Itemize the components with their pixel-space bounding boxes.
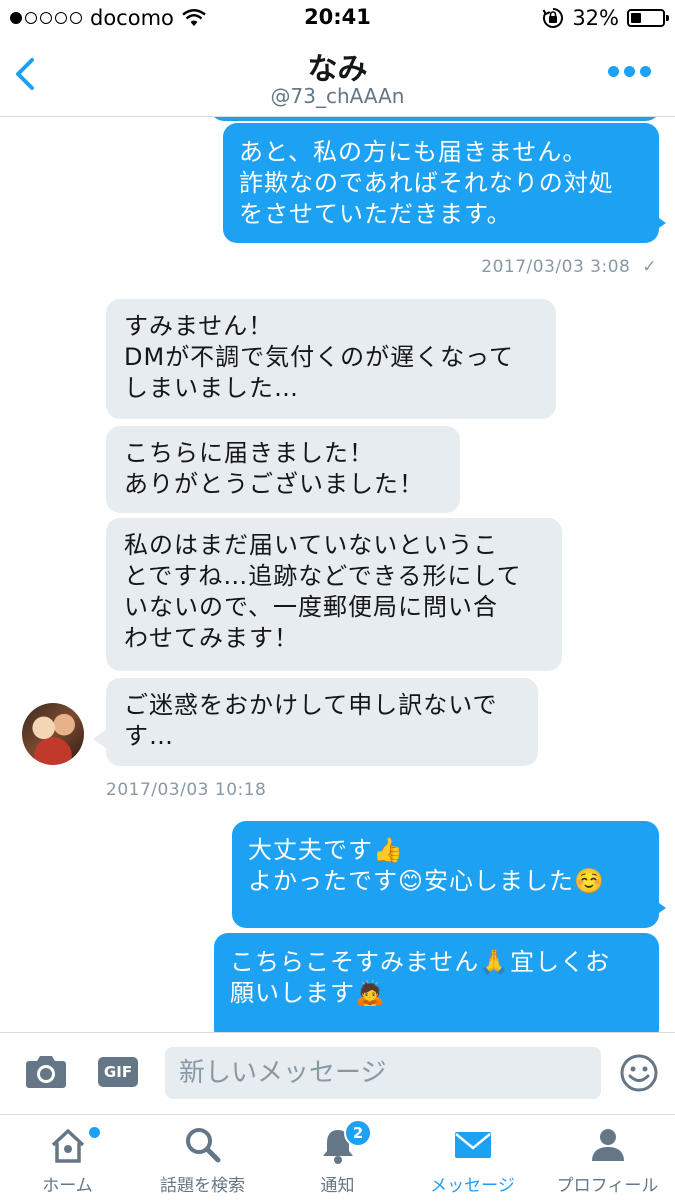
tab-label: メッセージ (430, 1176, 515, 1196)
home-icon (51, 1129, 84, 1163)
bubble-tail (652, 213, 666, 233)
tab-label: プロフィール (556, 1176, 659, 1196)
tab-notifications[interactable]: 2 通知 (270, 1115, 405, 1201)
battery-percent: 32% (572, 6, 619, 30)
new-content-dot (89, 1127, 100, 1138)
message-text: こちらこそすみません🙏宜しくお 願いします🙇 (230, 948, 611, 1007)
conversation-title: なみ (307, 52, 368, 87)
tab-label: 通知 (320, 1176, 355, 1196)
message-bubble-partial (210, 117, 660, 121)
notification-badge: 2 (344, 1119, 372, 1147)
message-bubble-sent[interactable]: あと、私の方にも届きません。 詐欺なのであればそれなりの対処 をさせていただきま… (223, 123, 659, 243)
more-options-button[interactable] (608, 66, 651, 77)
bubble-tail (652, 898, 666, 918)
tab-label: ホーム (42, 1176, 93, 1196)
tab-messages[interactable]: メッセージ (405, 1115, 540, 1201)
search-icon (185, 1128, 220, 1163)
bubble-tail (93, 729, 107, 749)
message-input[interactable] (165, 1047, 601, 1099)
person-icon (591, 1129, 624, 1161)
status-right: 32% (542, 4, 669, 32)
emoji-button[interactable] (619, 1053, 659, 1093)
message-text: 大丈夫です👍 よかったです😊安心しました☺️ (248, 836, 605, 895)
tab-search[interactable]: 話題を検索 (135, 1115, 270, 1201)
more-dot-icon (608, 66, 619, 77)
conversation-handle: @73_chAAAn (270, 84, 405, 108)
battery-icon (627, 9, 669, 27)
message-thread[interactable]: あと、私の方にも届きません。 詐欺なのであればそれなりの対処 をさせていただきま… (0, 117, 675, 1032)
tab-bar: ホーム 話題を検索 2 通知 メッセージ プロフィール (0, 1114, 675, 1201)
avatar[interactable] (22, 703, 84, 765)
more-dot-icon (624, 66, 635, 77)
smiley-icon (620, 1054, 658, 1092)
rotation-lock-icon (542, 8, 564, 28)
tab-home[interactable]: ホーム (0, 1115, 135, 1201)
tab-profile[interactable]: プロフィール (540, 1115, 675, 1201)
message-composer: GIF (0, 1032, 675, 1115)
camera-icon (26, 1056, 66, 1088)
tab-label: 話題を検索 (160, 1176, 245, 1196)
mail-icon (454, 1132, 491, 1158)
read-check-icon: ✓ (642, 257, 657, 277)
conversation-header: なみ @73_chAAAn (0, 38, 675, 117)
message-bubble-received[interactable]: すみません！ DMが不調で気付くのが遅くなって しまいました… (106, 299, 556, 419)
message-bubble-sent[interactable]: こちらこそすみません🙏宜しくお 願いします🙇 (214, 933, 659, 1032)
timestamp-text: 2017/03/03 3:08 (481, 257, 631, 277)
message-bubble-received[interactable]: 私のはまだ届いていないというこ とですね…追跡などできる形にして いないので、一… (106, 518, 562, 671)
more-dot-icon (640, 66, 651, 77)
camera-button[interactable] (25, 1053, 67, 1089)
message-bubble-received[interactable]: こちらに届きました！ ありがとうございました！ (106, 426, 460, 513)
status-bar: docomo 20:41 32% (0, 0, 675, 38)
message-bubble-received[interactable]: ご迷惑をおかけして申し訳ないで す… (106, 678, 538, 766)
message-bubble-sent[interactable]: 大丈夫です👍 よかったです😊安心しました☺️ (232, 821, 659, 928)
timestamp: 2017/03/03 10:18 (106, 780, 267, 800)
gif-button[interactable]: GIF (98, 1057, 138, 1087)
timestamp: 2017/03/03 3:08 ✓ (481, 257, 657, 277)
